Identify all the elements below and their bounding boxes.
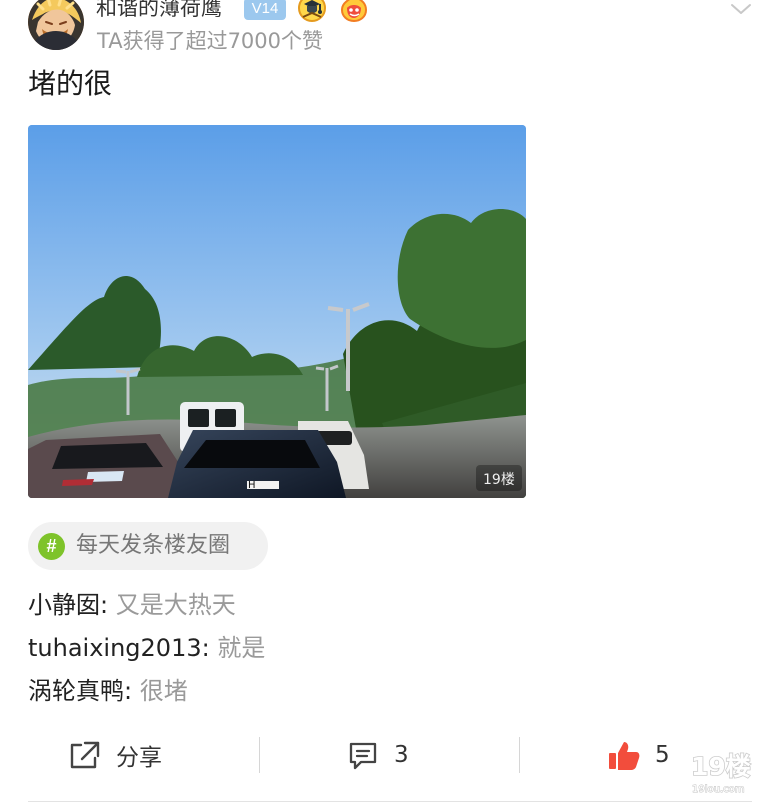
comment-separator: : — [100, 591, 116, 619]
comment-item[interactable]: 小静囡: 又是大热天 — [28, 584, 748, 627]
comment-list: 小静囡: 又是大热天 tuhaixing2013: 就是 涡轮真鸭: 很堵 — [28, 584, 748, 713]
post-header: 和谐的薄荷鹰 V14 TA获得了超过7000个赞 — [0, 0, 780, 60]
comment-count: 3 — [394, 742, 409, 768]
photo-watermark: 19楼 — [483, 472, 515, 488]
post-photo[interactable]: H 19楼 — [28, 125, 526, 498]
avatar[interactable] — [28, 0, 84, 50]
level-badge: V14 — [244, 0, 286, 20]
comment-separator: : — [201, 634, 218, 662]
comment-icon — [349, 742, 377, 769]
watermark-logo-text: 19楼 — [691, 752, 751, 781]
share-label: 分享 — [116, 745, 162, 771]
action-divider — [519, 737, 520, 773]
post-bottom-divider — [28, 801, 752, 802]
comment-item[interactable]: tuhaixing2013: 就是 — [28, 627, 748, 670]
comment-text: 就是 — [217, 634, 266, 662]
post-action-bar: 分享 3 5 — [0, 725, 780, 785]
comment-button[interactable]: 3 — [346, 725, 409, 785]
post-text: 堵的很 — [28, 67, 113, 100]
thumb-up-icon — [609, 741, 640, 770]
hashtag-icon: # — [38, 533, 65, 560]
chevron-down-icon[interactable] — [730, 2, 752, 16]
share-button[interactable]: 分享 — [68, 725, 162, 785]
share-icon — [70, 741, 100, 769]
like-button[interactable]: 5 — [607, 725, 670, 785]
graduation-medal-icon — [298, 0, 326, 22]
comment-item[interactable]: 涡轮真鸭: 很堵 — [28, 670, 748, 713]
like-count: 5 — [655, 742, 670, 768]
post-card: 和谐的薄荷鹰 V14 TA获得了超过7000个赞 堵的很 H 19楼 # 每天发… — [0, 0, 780, 804]
topic-tag[interactable]: # 每天发条楼友圈 — [28, 522, 268, 570]
avatar-image — [28, 0, 84, 50]
traffic-photo-illustration: H 19楼 — [28, 125, 526, 498]
comment-text: 又是大热天 — [115, 591, 236, 619]
likes-summary: TA获得了超过7000个赞 — [97, 29, 324, 53]
comment-author[interactable]: 涡轮真鸭 — [28, 677, 124, 705]
comment-text: 很堵 — [139, 677, 188, 705]
site-watermark-logo: 19楼 19lou.com — [690, 751, 751, 795]
svg-text:H: H — [248, 480, 256, 491]
action-divider — [259, 737, 260, 773]
comment-author[interactable]: 小静囡 — [28, 591, 100, 619]
comment-author[interactable]: tuhaixing2013 — [28, 634, 202, 662]
comment-separator: : — [124, 677, 140, 705]
watermark-domain: 19lou.com — [692, 784, 745, 795]
topic-label: 每天发条楼友圈 — [76, 533, 231, 558]
fire-medal-icon — [340, 0, 368, 23]
author-name[interactable]: 和谐的薄荷鹰 — [96, 0, 222, 20]
